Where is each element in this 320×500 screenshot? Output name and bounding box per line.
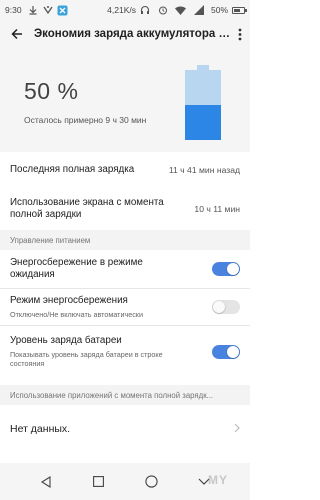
row-title: Нет данных. (10, 422, 71, 435)
nav-recents-button[interactable] (139, 470, 163, 494)
battery-level-row[interactable]: Уровень заряда батареи Показывать уровен… (0, 326, 250, 378)
more-options-button[interactable] (230, 20, 250, 48)
battery-percent: 50% (210, 5, 228, 15)
nav-home-button[interactable] (87, 470, 111, 494)
section-header-power: Управление питанием (0, 230, 250, 250)
chevron-right-icon (234, 423, 240, 436)
notification-app-icon (42, 4, 54, 16)
battery-icon (232, 6, 247, 14)
back-button[interactable] (0, 20, 34, 48)
wifi-icon (175, 4, 187, 16)
row-subtitle: Отключено/Не включать автоматически (10, 309, 143, 319)
status-time: 9:30 (5, 5, 22, 15)
status-bar: 9:30 4,21K/s 50% (0, 0, 250, 20)
power-saving-mode-toggle[interactable] (212, 300, 240, 314)
more-vert-icon (238, 28, 242, 40)
standby-saving-toggle[interactable] (212, 262, 240, 276)
toggle-knob (213, 301, 225, 313)
watermark-logo: MY (208, 473, 228, 487)
row-value: 10 ч 11 мин (194, 204, 240, 214)
row-text: Режим энергосбережения Отключено/Не вклю… (10, 295, 143, 319)
status-right: 4,21K/s 50% (107, 4, 247, 16)
row-title: Последняя полная зарядка (10, 163, 135, 175)
page-title: Экономия заряда аккумулятора и... (34, 28, 230, 40)
row-value: 11 ч 41 мин назад (168, 165, 240, 175)
battery-level-icon (185, 65, 221, 140)
app-store-icon (57, 4, 69, 16)
square-icon (93, 476, 105, 487)
circle-icon (145, 475, 158, 488)
row-title: Использование экрана с момента полной за… (10, 196, 164, 221)
network-speed: 4,21K/s (107, 5, 136, 15)
power-saving-mode-row[interactable]: Режим энергосбережения Отключено/Не вклю… (0, 289, 250, 325)
alarm-icon (157, 4, 169, 16)
download-icon (27, 4, 39, 16)
battery-summary: 50 % Осталось примерно 9 ч 30 мин (0, 48, 250, 152)
app-bar: Экономия заряда аккумулятора и... (0, 20, 250, 48)
battery-percentage: 50 % (24, 78, 79, 104)
row-title: Режим энергосбережения (10, 295, 128, 306)
signal-icon (193, 4, 205, 16)
section-header-app-usage: Использование приложений с момента полно… (0, 385, 250, 405)
triangle-back-icon (41, 475, 51, 488)
screen-usage-row[interactable]: Использование экрана с момента полной за… (0, 188, 250, 230)
toggle-knob (227, 263, 239, 275)
no-data-row[interactable]: Нет данных. (0, 407, 250, 451)
row-title: Энергосбережение в режиме ожидания (10, 256, 143, 281)
remaining-time: Осталось примерно 9 ч 30 мин (24, 115, 147, 125)
headphones-icon (139, 4, 151, 16)
nav-back-button[interactable] (34, 470, 58, 494)
row-text: Уровень заряда батареи Показывать уровен… (10, 335, 190, 369)
arrow-left-icon (11, 28, 22, 40)
row-subtitle: Показывать уровень заряда батареи в стро… (10, 349, 163, 369)
toggle-knob (227, 346, 239, 358)
standby-saving-row[interactable]: Энергосбережение в режиме ожидания (0, 250, 250, 288)
row-title: Уровень заряда батареи (10, 335, 122, 347)
last-full-charge-row[interactable]: Последняя полная зарядка 11 ч 41 мин наз… (0, 152, 250, 188)
battery-level-toggle[interactable] (212, 345, 240, 359)
